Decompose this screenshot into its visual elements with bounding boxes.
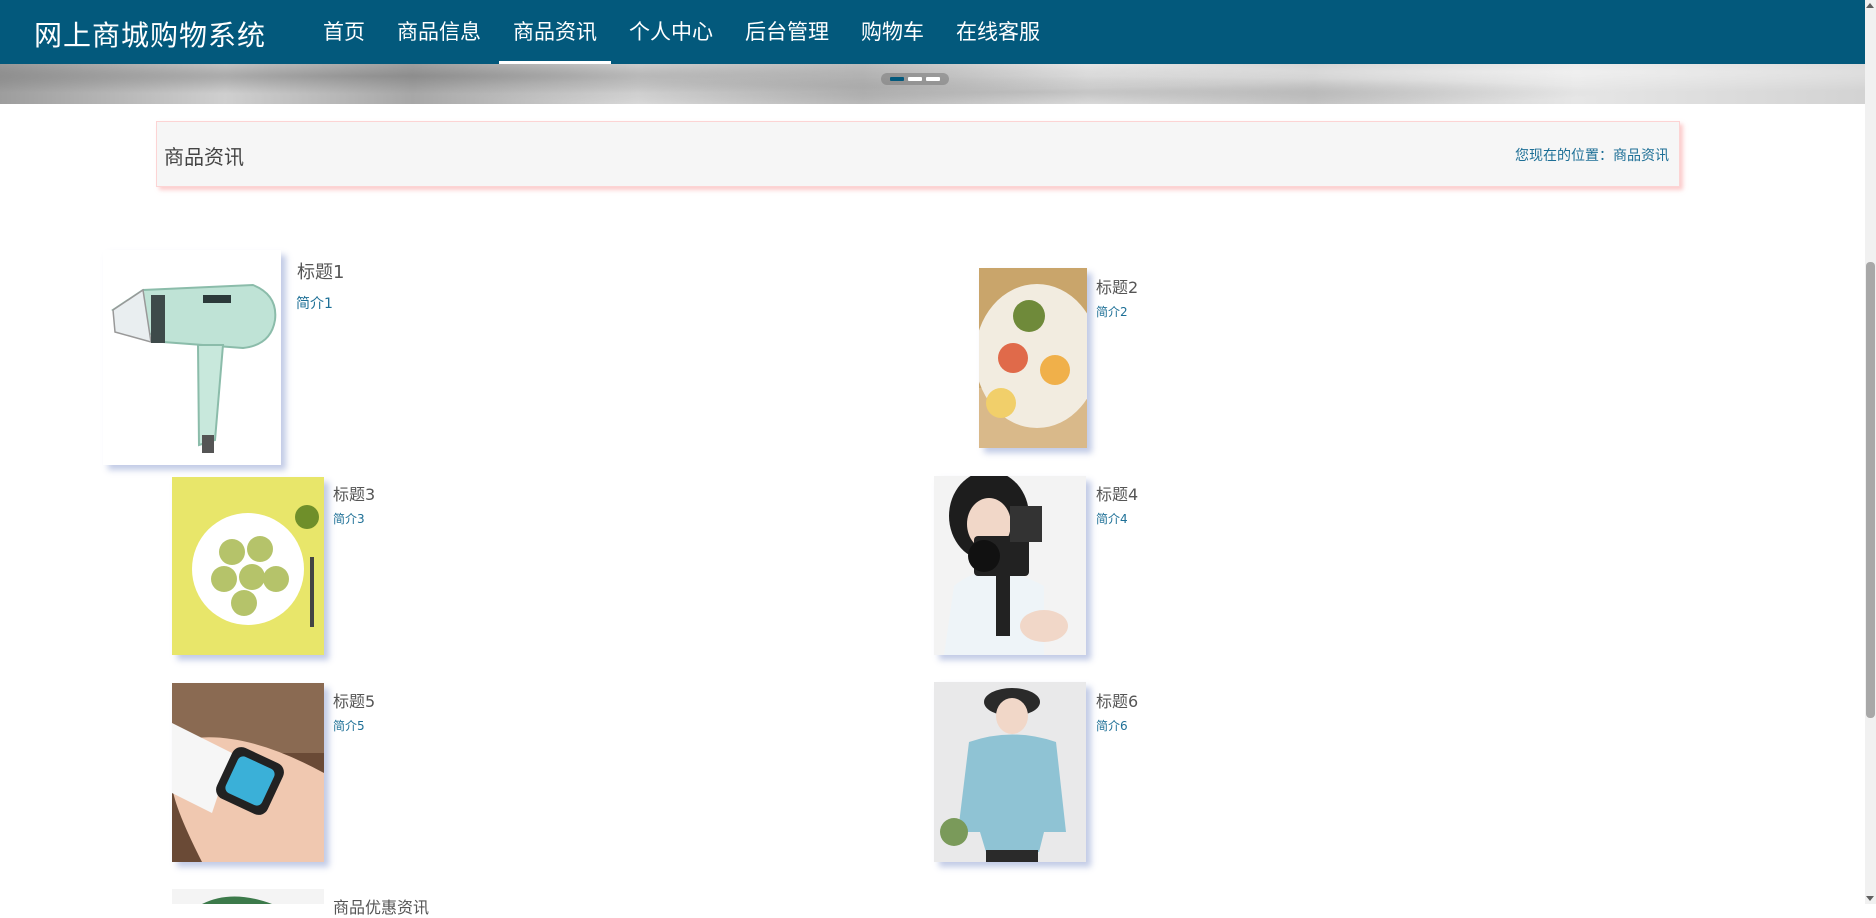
scroll-down-icon[interactable] [1866,896,1874,901]
nav-item-admin[interactable]: 后台管理 [729,0,845,64]
top-navigation-bar: 网上商城购物系统 首页 商品信息 商品资讯 个人中心 后台管理 购物车 在线客服 [0,0,1876,65]
news-title[interactable]: 商品优惠资讯 [333,894,429,918]
hair-dryer-icon[interactable] [103,250,281,465]
site-brand[interactable]: 网上商城购物系统 [34,14,266,54]
news-title[interactable]: 标题5 [333,688,375,712]
nav-item-home[interactable]: 首页 [307,0,381,64]
smartwatch-icon[interactable] [172,683,324,862]
hoodie-model-icon[interactable] [934,682,1086,862]
nav-item-profile[interactable]: 个人中心 [613,0,729,64]
news-summary[interactable]: 简介6 [1096,717,1128,734]
scrollbar[interactable] [1865,0,1876,904]
main-menu: 首页 商品信息 商品资讯 个人中心 后台管理 购物车 在线客服 [307,0,1056,64]
carousel-dot-2[interactable] [908,77,922,81]
news-title[interactable]: 标题4 [1096,481,1138,505]
breadcrumb: 您现在的位置：商品资讯 [1515,145,1669,165]
nav-item-products[interactable]: 商品信息 [381,0,497,64]
news-summary[interactable]: 简介5 [333,717,365,734]
matcha-cookie-plate-icon[interactable] [172,477,324,655]
carousel-dot-1[interactable] [890,77,904,81]
scrollbar-thumb[interactable] [1866,262,1875,718]
banner-carousel [0,64,1876,104]
news-title[interactable]: 标题3 [333,481,375,505]
carousel-dot-3[interactable] [926,77,940,81]
nav-item-cart[interactable]: 购物车 [845,0,940,64]
news-summary[interactable]: 简介3 [333,510,365,527]
breadcrumb-bar: 商品资讯 您现在的位置：商品资讯 [156,121,1680,187]
news-summary[interactable]: 简介2 [1096,303,1128,320]
breadcrumb-prefix: 您现在的位置： [1515,148,1613,164]
page-title: 商品资讯 [164,145,244,169]
scroll-up-icon[interactable] [1866,3,1874,8]
leaf-photo-icon[interactable] [172,889,324,904]
news-title[interactable]: 标题1 [297,258,344,284]
nav-item-support[interactable]: 在线客服 [940,0,1056,64]
news-summary[interactable]: 简介1 [296,293,333,313]
breadcrumb-current[interactable]: 商品资讯 [1613,148,1669,164]
vlog-camera-icon[interactable] [934,476,1086,655]
news-title[interactable]: 标题2 [1096,274,1138,298]
news-summary[interactable]: 简介4 [1096,510,1128,527]
news-title[interactable]: 标题6 [1096,688,1138,712]
nav-item-news[interactable]: 商品资讯 [497,0,613,64]
carousel-indicators [881,73,949,85]
mooncake-plate-icon[interactable] [979,268,1087,448]
